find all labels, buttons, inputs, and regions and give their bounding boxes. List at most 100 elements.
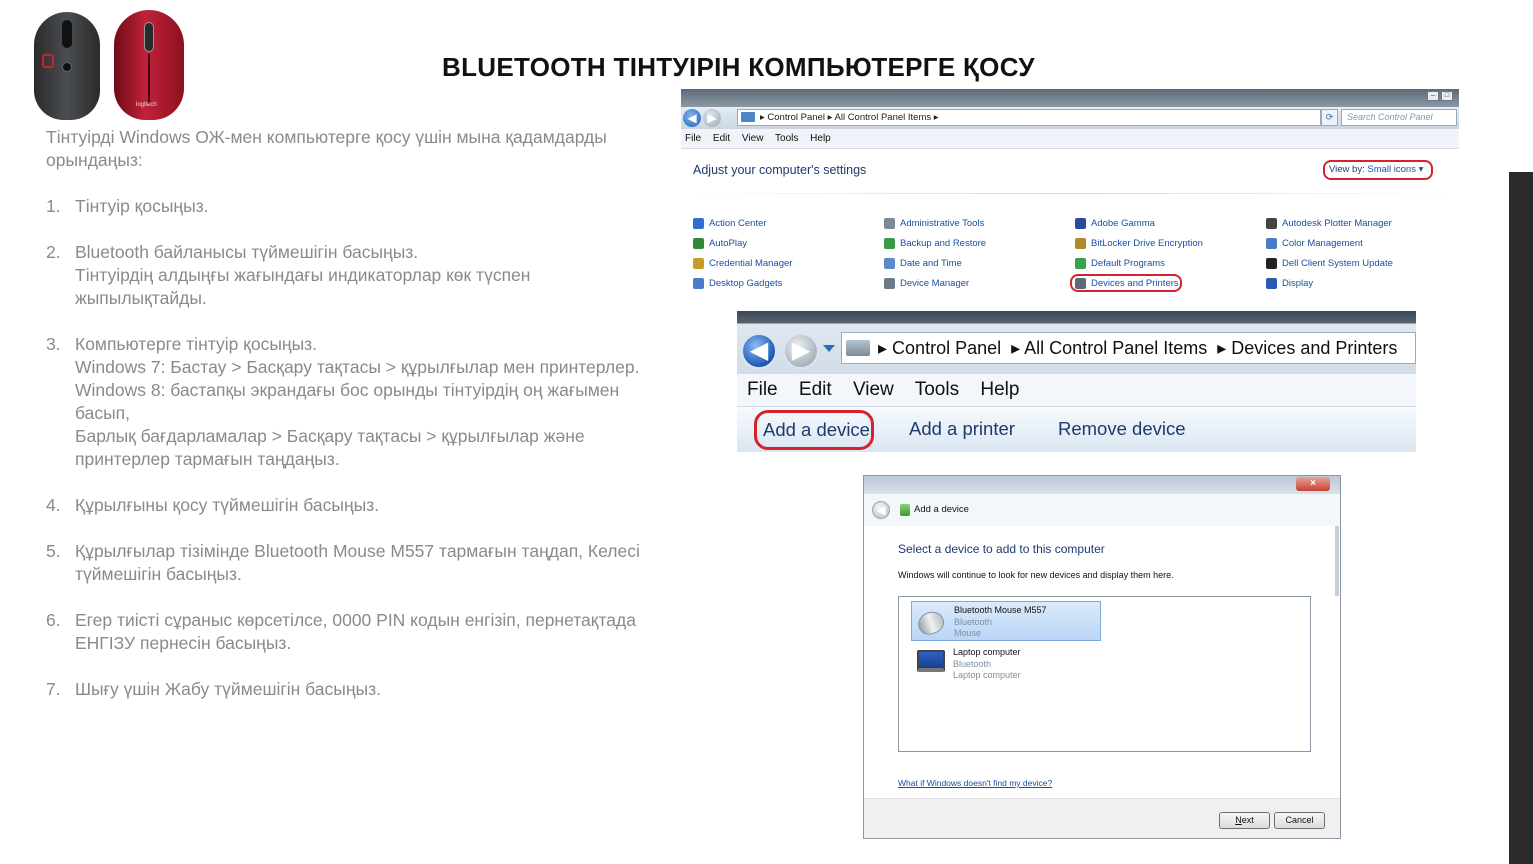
- cp-item-label: BitLocker Drive Encryption: [1091, 237, 1203, 249]
- cp-item-label: Dell Client System Update: [1282, 257, 1393, 269]
- cp-item-desktop-gadgets[interactable]: Desktop Gadgets: [693, 276, 884, 290]
- scrollbar[interactable]: [1335, 526, 1339, 596]
- add-device-button[interactable]: Add a device: [754, 410, 874, 450]
- cp-item-adobe-gamma[interactable]: Adobe Gamma: [1075, 216, 1266, 230]
- steps-list: 1. Тінтуір қосыңыз. 2. Bluetooth байланысы …: [46, 195, 646, 701]
- cp-item-label: Adobe Gamma: [1091, 217, 1155, 229]
- cp-item-default-programs[interactable]: Default Programs: [1075, 256, 1266, 270]
- search-input[interactable]: Search Control Panel: [1341, 109, 1457, 126]
- menu-view[interactable]: View: [853, 379, 894, 400]
- next-button[interactable]: Next: [1219, 812, 1270, 829]
- device-item-laptop[interactable]: Laptop computer Bluetooth Laptop compute…: [911, 644, 1101, 684]
- close-button[interactable]: ×: [1296, 477, 1330, 491]
- window-buttons: – □: [1427, 91, 1453, 101]
- step-line: Windows 7: Бастау > Басқару тақтасы > құ…: [75, 357, 640, 377]
- menu-help[interactable]: Help: [980, 379, 1019, 400]
- laptop-icon: [917, 650, 945, 672]
- step-text: Құрылғылар тізімінде Bluetooth Mouse M55…: [75, 540, 646, 586]
- breadcrumb-devices-printers[interactable]: Devices and Printers: [1231, 338, 1397, 358]
- flag-icon: [693, 217, 704, 229]
- breadcrumb-all-items[interactable]: All Control Panel Items: [1024, 338, 1207, 358]
- cp-item-bitlocker-drive-encryption[interactable]: BitLocker Drive Encryption: [1075, 236, 1266, 250]
- step-item: 3. Компьютерге тінтуір қосыңыз. Windows 7:…: [46, 333, 646, 471]
- cancel-button[interactable]: Cancel: [1274, 812, 1325, 829]
- back-arrow-icon[interactable]: ◀: [741, 333, 777, 369]
- step-line: Bluetooth байланысы түймешігін басыңыз.: [75, 242, 419, 262]
- intro-text: Тінтуірді Windows ОЖ-мен компьютерге қос…: [46, 127, 607, 170]
- menu-edit[interactable]: Edit: [799, 379, 832, 400]
- cp-item-date-and-time[interactable]: Date and Time: [884, 256, 1075, 270]
- add-printer-button[interactable]: Add a printer: [909, 418, 1015, 440]
- history-dropdown-icon[interactable]: [823, 345, 835, 352]
- step-line: Компьютерге тінтуір қосыңыз.: [75, 334, 318, 354]
- cp-item-display[interactable]: Display: [1266, 276, 1456, 290]
- cp-item-label: Backup and Restore: [900, 237, 987, 249]
- back-arrow-icon[interactable]: ◀: [683, 109, 701, 127]
- device-item-bluetooth-mouse[interactable]: Bluetooth Mouse M557 Bluetooth Mouse: [911, 601, 1101, 641]
- cp-item-label: AutoPlay: [709, 237, 748, 249]
- menu-file[interactable]: File: [747, 379, 778, 400]
- minimize-button[interactable]: –: [1427, 91, 1439, 101]
- dialog-footer: Next Cancel: [864, 798, 1340, 838]
- menu-bar: File Edit View Tools Help: [737, 374, 1416, 406]
- vault-icon: [693, 257, 704, 269]
- step-line: Барлық бағдарламалар > Басқару тақтасы >…: [75, 426, 585, 469]
- menu-file[interactable]: File: [685, 133, 701, 144]
- step-line: Құрылғылар тізімінде Bluetooth Mouse M55…: [75, 541, 640, 584]
- title-bar: – □: [681, 89, 1459, 107]
- breadcrumb[interactable]: ▸ Control Panel ▸ All Control Panel Item…: [737, 109, 1321, 126]
- view-by-dropdown[interactable]: View by: Small icons ▾: [1323, 160, 1433, 180]
- clock-icon: [884, 257, 895, 269]
- cp-item-label: Date and Time: [900, 257, 962, 269]
- monitor-icon: [1075, 217, 1086, 229]
- step-number: 6.: [46, 610, 61, 630]
- step-line: Құрылғыны қосу түймешігін басыңыз.: [75, 495, 380, 515]
- control-panel-items: Action Center Administrative Tools Adobe G…: [693, 216, 1453, 292]
- menu-help[interactable]: Help: [810, 133, 831, 144]
- cp-item-device-manager[interactable]: Device Manager: [884, 276, 1075, 290]
- menu-edit[interactable]: Edit: [713, 133, 730, 144]
- cp-item-label: Devices and Printers: [1091, 277, 1179, 289]
- maximize-button[interactable]: □: [1441, 91, 1453, 101]
- plotter-icon: [1266, 217, 1277, 229]
- cp-item-dell-client-system-update[interactable]: Dell Client System Update: [1266, 256, 1456, 270]
- cp-item-administrative-tools[interactable]: Administrative Tools: [884, 216, 1075, 230]
- cp-item-devices-and-printers[interactable]: Devices and Printers: [1070, 274, 1182, 292]
- cp-item-autodesk-plotter-manager[interactable]: Autodesk Plotter Manager: [1266, 216, 1456, 230]
- dialog-heading: Select a device to add to this computer: [898, 542, 1105, 556]
- mouse-logo: logitech: [136, 102, 157, 108]
- bluetooth-button: [42, 54, 54, 68]
- refresh-icon[interactable]: ⟳: [1321, 109, 1338, 126]
- default-programs-icon: [1075, 257, 1086, 269]
- step-line: Тінтуірдің алдыңғы жағындағы индикаторла…: [75, 265, 531, 308]
- dialog-title: Add a device: [900, 504, 969, 516]
- add-device-dialog: × ◀ Add a device Select a device to add …: [863, 475, 1341, 839]
- menu-tools[interactable]: Tools: [775, 133, 798, 144]
- breadcrumb[interactable]: ▸ Control Panel ▸ All Control Panel Item…: [841, 332, 1416, 364]
- step-text: Bluetooth байланысы түймешігін басыңыз. Т…: [75, 241, 646, 310]
- cp-item-backup-and-restore[interactable]: Backup and Restore: [884, 236, 1075, 250]
- step-text: Құрылғыны қосу түймешігін басыңыз.: [75, 494, 646, 517]
- menu-tools[interactable]: Tools: [915, 379, 959, 400]
- black-mouse-image: [34, 12, 100, 120]
- forward-arrow-icon[interactable]: ▶: [703, 109, 721, 127]
- device-type: Bluetooth: [954, 616, 993, 627]
- forward-arrow-icon[interactable]: ▶: [783, 333, 819, 369]
- back-arrow-icon[interactable]: ◀: [872, 501, 890, 519]
- cp-item-action-center[interactable]: Action Center: [693, 216, 884, 230]
- step-item: 7. Шығу үшін Жабу түймешігін басыңыз.: [46, 678, 646, 701]
- cp-item-label: Desktop Gadgets: [709, 277, 783, 289]
- menu-view[interactable]: View: [742, 133, 764, 144]
- step-line: Егер тиісті сұраныс көрсетілсе, 0000 PIN…: [75, 610, 636, 653]
- remove-device-button[interactable]: Remove device: [1058, 418, 1186, 440]
- instructions: Тінтуірді Windows ОЖ-мен компьютерге қос…: [46, 126, 646, 724]
- cp-item-credential-manager[interactable]: Credential Manager: [693, 256, 884, 270]
- breadcrumb-control-panel[interactable]: Control Panel: [892, 338, 1001, 358]
- device-category: Laptop computer: [953, 670, 1021, 680]
- cp-item-autoplay[interactable]: AutoPlay: [693, 236, 884, 250]
- help-link[interactable]: What if Windows doesn't find my device?: [898, 778, 1052, 788]
- step-text: Шығу үшін Жабу түймешігін басыңыз.: [75, 678, 646, 701]
- dialog-header: ◀ Add a device: [864, 494, 1340, 526]
- cp-item-color-management[interactable]: Color Management: [1266, 236, 1456, 250]
- control-panel-icon: [741, 112, 755, 122]
